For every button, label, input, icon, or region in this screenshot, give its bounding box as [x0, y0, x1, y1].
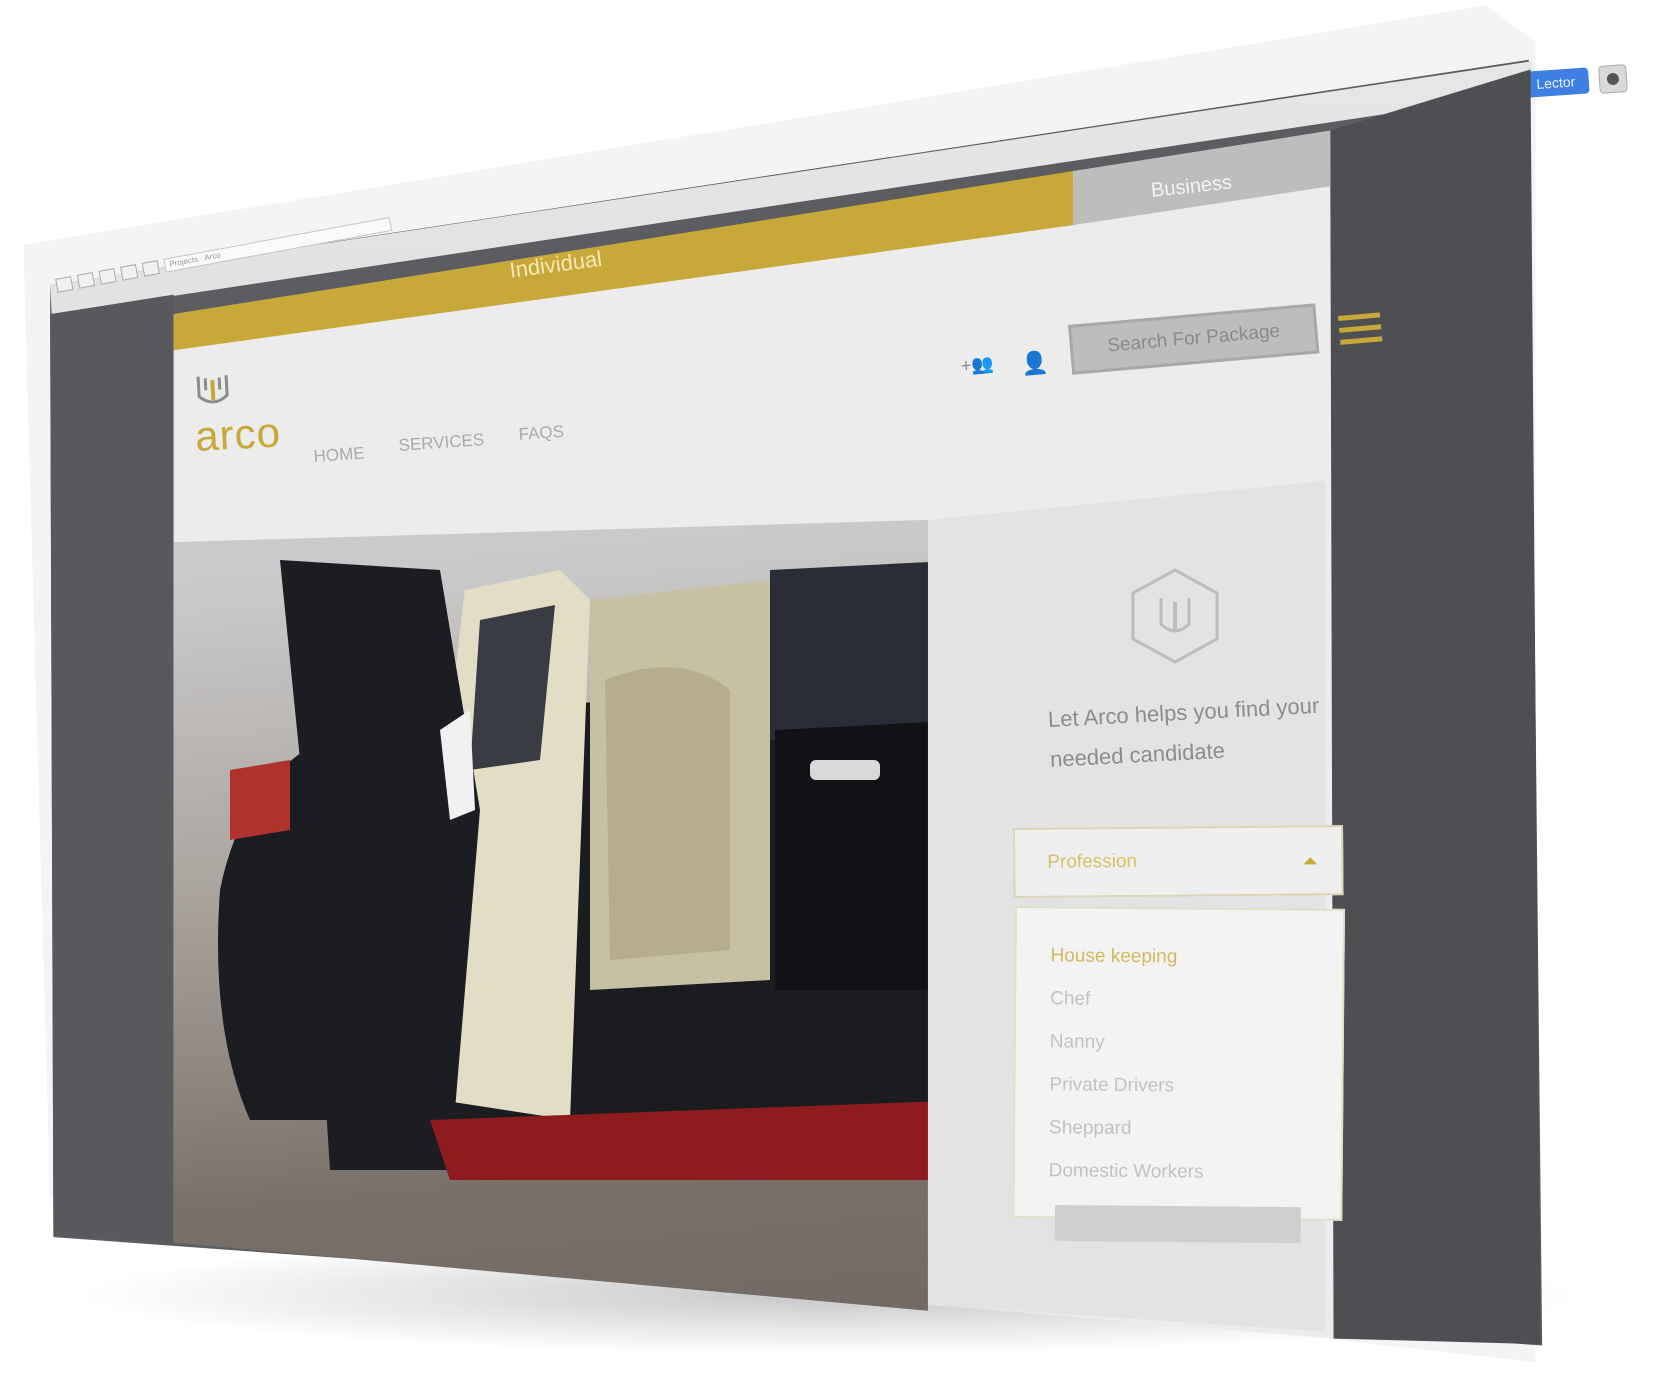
chevron-up-icon — [1303, 857, 1318, 865]
hidden-submit-button[interactable] — [1054, 1205, 1301, 1244]
logo-word: arco — [193, 408, 283, 460]
user-icon[interactable]: 👤 — [1020, 350, 1050, 378]
profession-select[interactable]: Profession — [1013, 825, 1344, 898]
nav-faqs[interactable]: FAQS — [518, 422, 565, 445]
profession-label: Profession — [1047, 850, 1138, 873]
help-text: Let Arco helps you find your needed cand… — [1047, 692, 1320, 772]
option-private-drivers[interactable]: Private Drivers — [1049, 1063, 1307, 1108]
option-domestic-workers[interactable]: Domestic Workers — [1049, 1149, 1307, 1194]
arco-logo[interactable]: arco — [192, 370, 293, 485]
download-icon — [1606, 72, 1620, 86]
nav-home[interactable]: HOME — [313, 443, 365, 467]
share-button[interactable] — [120, 264, 139, 281]
option-sheppard[interactable]: Sheppard — [1049, 1106, 1307, 1151]
option-house-keeping[interactable]: House keeping — [1050, 934, 1308, 979]
bookmark-button[interactable] — [141, 260, 160, 277]
reader-button[interactable]: Lector — [1522, 67, 1590, 98]
option-chef[interactable]: Chef — [1050, 977, 1308, 1022]
browser-mockup: Projects · Arco ↻ Lector Individual Busi… — [0, 0, 1669, 1390]
limousine-chauffeur-illustration — [218, 560, 970, 1180]
hamburger-menu-icon[interactable] — [1338, 312, 1383, 348]
arco-crest-icon — [196, 375, 229, 404]
arco-hex-logo-icon — [1131, 568, 1219, 664]
back-button[interactable] — [55, 276, 74, 293]
downloads-button[interactable] — [1598, 64, 1628, 94]
add-user-icon[interactable]: +👥 — [960, 353, 995, 377]
profession-dropdown: House keeping Chef Nanny Private Drivers… — [1012, 906, 1345, 1221]
option-nanny[interactable]: Nanny — [1050, 1020, 1308, 1065]
home-button[interactable] — [98, 268, 117, 285]
forward-button[interactable] — [76, 272, 96, 289]
